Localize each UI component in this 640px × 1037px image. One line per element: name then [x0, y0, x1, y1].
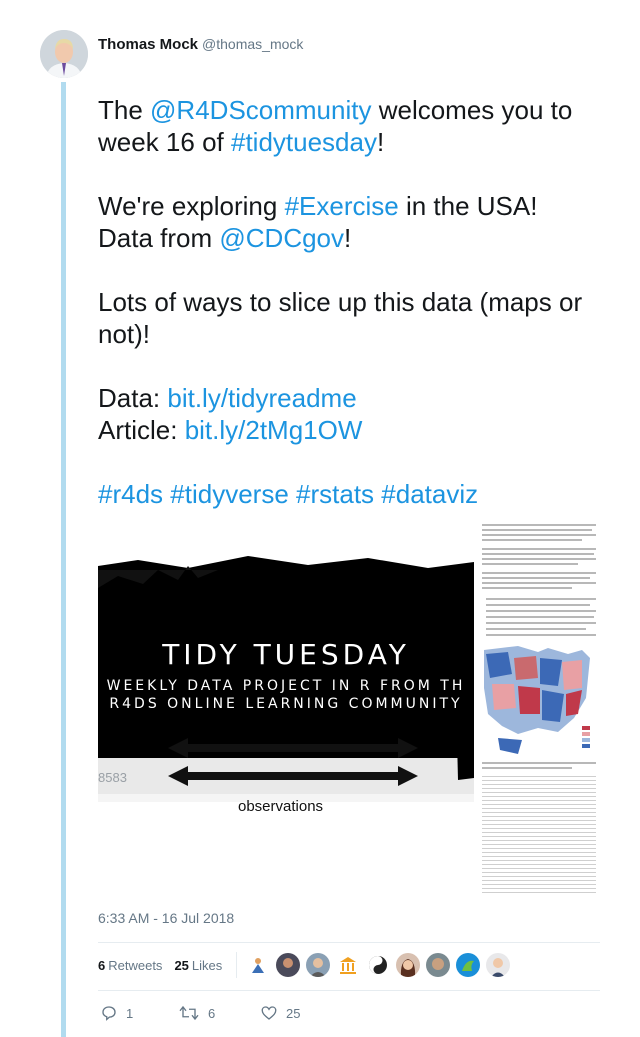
- tidy-tuesday-title: TIDY TUESDAY: [162, 638, 410, 671]
- liker-avatar[interactable]: [426, 953, 450, 977]
- tweet-text-segment: week 16 of: [98, 127, 231, 157]
- tweet-timestamp[interactable]: 6:33 AM - 16 Jul 2018: [98, 910, 234, 926]
- tweet-text-line: week 16 of #tidytuesday!: [98, 126, 613, 158]
- tweet-text-line: The @R4DScommunity welcomes you to: [98, 94, 613, 126]
- hashtag-link[interactable]: #rstats: [296, 479, 374, 509]
- author-handle[interactable]: @thomas_mock: [202, 36, 303, 52]
- likes-stat[interactable]: 25 Likes: [174, 958, 222, 973]
- tweet-text-segment: welcomes you to: [371, 95, 573, 125]
- url-link[interactable]: bit.ly/tidyreadme: [167, 383, 356, 413]
- tweet-media[interactable]: TIDY TUESDAY WEEKLY DATA PROJECT IN R FR…: [98, 518, 600, 900]
- tweet-text: The @R4DScommunity welcomes you to week 1…: [98, 94, 613, 510]
- like-button[interactable]: 25: [260, 1003, 300, 1023]
- report-page-graphic: [478, 518, 600, 900]
- tidy-tuesday-subtitle-1: WEEKLY DATA PROJECT IN R FROM TH: [106, 678, 466, 694]
- url-link[interactable]: bit.ly/2tMg1OW: [185, 415, 363, 445]
- liker-avatar[interactable]: [306, 953, 330, 977]
- mention-link[interactable]: @CDCgov: [219, 223, 344, 253]
- hashtag-link[interactable]: #Exercise: [285, 191, 399, 221]
- tweet-text-segment: Data from: [98, 223, 220, 253]
- tweet-text-segment: Lots of ways to slice up this data (maps…: [98, 287, 583, 317]
- tweet-text-line: Data: bit.ly/tidyreadme: [98, 382, 613, 414]
- liker-avatar[interactable]: [336, 953, 360, 977]
- reply-icon: [102, 1006, 116, 1021]
- stats-separator: [236, 952, 237, 978]
- hashtag-link[interactable]: #dataviz: [381, 479, 478, 509]
- tweet-text-line: [98, 350, 613, 382]
- retweet-icon: [179, 1005, 199, 1021]
- liker-avatar[interactable]: [276, 953, 300, 977]
- author-avatar[interactable]: [40, 30, 88, 78]
- hashtag-link[interactable]: #r4ds: [98, 479, 163, 509]
- likes-label: Likes: [191, 958, 223, 973]
- retweet-button[interactable]: 6: [178, 1003, 215, 1023]
- tweet-text-segment: The: [98, 95, 151, 125]
- liker-avatar[interactable]: [396, 953, 420, 977]
- tweet-text-line: not)!: [98, 318, 613, 350]
- tweet-text-line: Lots of ways to slice up this data (maps…: [98, 286, 613, 318]
- retweets-label: Retweets: [108, 958, 163, 973]
- hashtag-link[interactable]: #tidyverse: [170, 479, 289, 509]
- tweet-text-segment: !: [344, 223, 352, 253]
- tweet-text-line: Data from @CDCgov!: [98, 222, 613, 254]
- retweets-stat[interactable]: 6 Retweets: [98, 958, 162, 973]
- heart-icon: [261, 1006, 277, 1020]
- mention-link[interactable]: @R4DScommunity: [150, 95, 371, 125]
- tweet-text-segment: not)!: [98, 319, 151, 349]
- author-name[interactable]: Thomas Mock: [98, 36, 198, 53]
- reply-button[interactable]: 1: [100, 1003, 133, 1023]
- retweet-count: 6: [208, 1005, 216, 1021]
- tweet-header: Thomas Mock @thomas_mock: [98, 34, 303, 55]
- tweet-text-line: [98, 158, 613, 190]
- tweet-text-line: #r4ds #tidyverse #rstats #dataviz: [98, 478, 613, 510]
- reply-count: 1: [126, 1005, 134, 1021]
- tweet-text-segment: Data:: [98, 383, 168, 413]
- tweet-text-segment: in the USA!: [398, 191, 538, 221]
- table-row-number: 8583: [98, 770, 127, 785]
- thread-connector-line: [61, 82, 66, 1037]
- author-avatar-image: [40, 30, 88, 78]
- liker-avatar[interactable]: [456, 953, 480, 977]
- liker-avatar[interactable]: [486, 953, 510, 977]
- tidy-tuesday-subtitle-2: R4DS ONLINE LEARNING COMMUNITY: [109, 696, 463, 712]
- tweet-text-segment: [289, 479, 296, 509]
- retweets-count: 6: [98, 958, 106, 973]
- engagement-stats: 6 Retweets 25 Likes: [98, 958, 234, 973]
- tweet-text-line: We're exploring #Exercise in the USA!: [98, 190, 613, 222]
- likes-count: 25: [174, 958, 189, 973]
- divider-bottom: [98, 990, 600, 991]
- like-count: 25: [286, 1005, 301, 1021]
- tweet-text-line: [98, 254, 613, 286]
- tweet-text-segment: !: [376, 127, 385, 157]
- tweet-text-line: Article: bit.ly/2tMg1OW: [98, 414, 613, 446]
- liker-avatar[interactable]: [366, 953, 390, 977]
- tweet-text-segment: Article:: [98, 415, 185, 445]
- tweet-text-line: [98, 446, 613, 478]
- liker-avatar[interactable]: [246, 953, 270, 977]
- tidy-tuesday-image[interactable]: TIDY TUESDAY WEEKLY DATA PROJECT IN R FR…: [98, 518, 474, 900]
- tweet-text-segment: We're exploring: [98, 191, 285, 221]
- cdc-report-image[interactable]: [478, 518, 600, 900]
- divider-top: [98, 942, 600, 943]
- observations-label: observations: [238, 798, 324, 815]
- hashtag-link[interactable]: #tidytuesday: [231, 127, 377, 157]
